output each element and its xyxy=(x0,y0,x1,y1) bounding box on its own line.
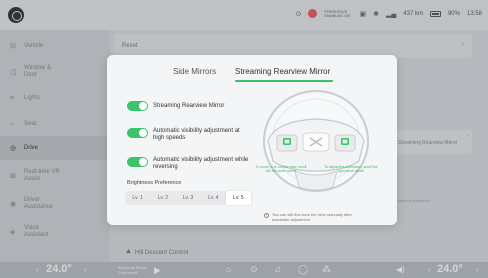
toggle-label: Automatic visibility adjustment while re… xyxy=(153,157,249,170)
active-tab-indicator xyxy=(235,80,333,82)
brightness-selector: Lv. 1 Lv. 2 Lv. 3 Lv. 4 Lv. 5 xyxy=(125,191,252,205)
manual-adjust-note: i You can still fine-tune the view manua… xyxy=(264,212,362,222)
reversing-adjust-toggle[interactable] xyxy=(127,157,148,167)
reversing-adjust-toggle-row: Automatic visibility adjustment while re… xyxy=(127,157,249,171)
streaming-mirror-toggle[interactable] xyxy=(127,101,148,111)
toggle-label: Streaming Rearview Mirror xyxy=(153,103,225,109)
info-icon: i xyxy=(264,213,269,218)
brightness-option-5[interactable]: Lv. 5 xyxy=(225,191,252,205)
tab-side-mirrors[interactable]: Side Mirrors xyxy=(173,67,216,76)
brightness-option-1[interactable]: Lv. 1 xyxy=(125,191,150,205)
brightness-option-4[interactable]: Lv. 4 xyxy=(201,191,226,205)
toggle-label: Automatic visibility adjustment at high … xyxy=(153,128,240,141)
mirror-settings-dialog: Side Mirrors Streaming Rearview Mirror S… xyxy=(107,55,397,225)
right-wheel-hint: To adjust the orientation, scroll the ri… xyxy=(324,165,378,173)
brightness-option-3[interactable]: Lv. 3 xyxy=(175,191,200,205)
high-speed-adjust-toggle-row: Automatic visibility adjustment at high … xyxy=(127,128,249,142)
left-wheel-hint: To zoom in or out the view, scroll the l… xyxy=(255,165,307,173)
high-speed-adjust-toggle[interactable] xyxy=(127,128,148,138)
brightness-option-2[interactable]: Lv. 2 xyxy=(150,191,175,205)
streaming-mirror-toggle-row: Streaming Rearview Mirror xyxy=(127,101,224,111)
steering-wheel-illustration xyxy=(263,90,369,192)
brightness-label: Brightness Preference xyxy=(127,180,182,186)
tab-streaming-rearview-mirror[interactable]: Streaming Rearview Mirror xyxy=(235,67,330,76)
